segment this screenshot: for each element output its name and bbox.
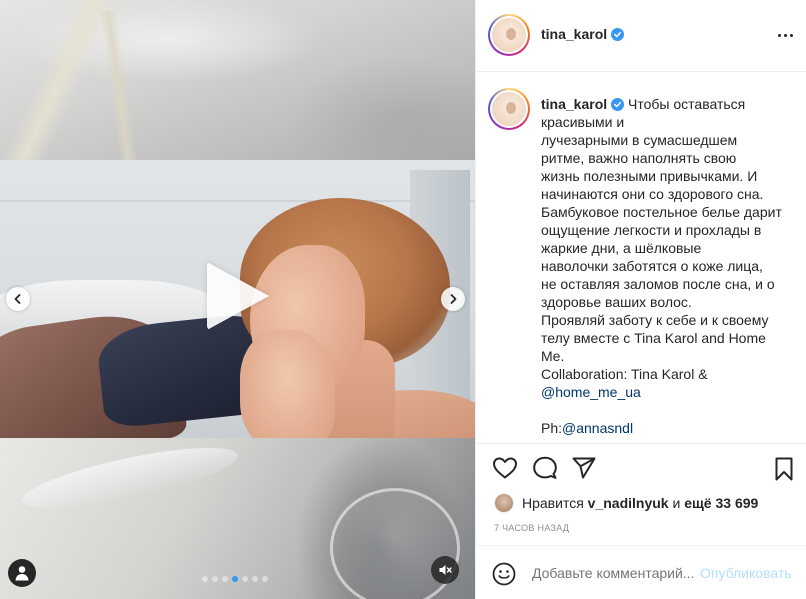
verified-icon	[611, 28, 625, 41]
caption-line: ритме, важно наполнять свою	[541, 150, 737, 166]
photo-credit-prefix: Ph:	[541, 420, 563, 436]
emoji-icon[interactable]	[492, 562, 516, 586]
video-frame-top	[0, 0, 475, 160]
share-icon[interactable]	[571, 456, 597, 480]
caption-line: здоровье ваших волос.	[541, 294, 692, 310]
comment-bar: Опубликовать	[476, 545, 806, 599]
caption-line: Collaboration: Tina Karol &	[541, 366, 708, 382]
liker-username[interactable]: v_nadilnyuk	[588, 495, 669, 511]
comment-icon[interactable]	[532, 456, 558, 480]
carousel-dot	[202, 576, 208, 582]
post-media[interactable]	[0, 0, 475, 599]
chevron-left-icon[interactable]	[6, 287, 30, 311]
chevron-right-icon[interactable]	[441, 287, 465, 311]
verified-icon	[611, 98, 625, 111]
caption-line: жизнь полезными привычками. И	[541, 168, 758, 184]
post-caption: tina_karol Чтобы оставаться красивыми и …	[541, 95, 791, 437]
caption-line: жаркие дни, а шёлковые	[541, 240, 702, 256]
post-timestamp[interactable]: 7 часов назад	[494, 523, 569, 533]
caption-line: Проявляй заботу к себе и к своему	[541, 312, 769, 328]
mention-link[interactable]: @home_me_ua	[541, 384, 641, 400]
comments-scroll[interactable]: tina_karol Чтобы оставаться красивыми и …	[476, 73, 806, 443]
avatar[interactable]	[488, 14, 530, 56]
carousel-dot	[242, 576, 248, 582]
carousel-dot	[252, 576, 258, 582]
avatar[interactable]	[494, 493, 514, 513]
caption-line: лучезарными в сумасшедшем	[541, 132, 738, 148]
caption-line: Me.	[541, 348, 565, 364]
post-author[interactable]: tina_karol	[541, 26, 625, 42]
bookmark-icon[interactable]	[772, 456, 796, 482]
caption-line: Чтобы оставаться	[628, 96, 746, 112]
play-icon[interactable]	[207, 262, 269, 330]
carousel-dot	[212, 576, 218, 582]
username-label[interactable]: tina_karol	[541, 26, 607, 42]
post-header: tina_karol	[476, 0, 806, 72]
mention-link[interactable]: @annasndl	[562, 420, 633, 436]
carousel-indicator	[202, 576, 268, 582]
carousel-dot	[222, 576, 228, 582]
publish-button[interactable]: Опубликовать	[700, 565, 792, 581]
mute-icon[interactable]	[431, 556, 459, 584]
caption-line: красивыми и	[541, 114, 625, 130]
likes-prefix: Нравится	[522, 495, 584, 511]
caption-line: не оставляя заломов после сна, и о	[541, 276, 775, 292]
carousel-dot	[262, 576, 268, 582]
caption-line: начинаются они со здорового сна.	[541, 186, 764, 202]
caption-username[interactable]: tina_karol	[541, 96, 607, 112]
user-tag-icon[interactable]	[8, 559, 36, 587]
likes-and: и	[672, 495, 681, 511]
video-frame-bottom	[0, 438, 475, 599]
likes-summary[interactable]: Нравится v_nadilnyuk и ещё 33 699	[494, 493, 758, 513]
post-sidebar: tina_karol tina_karol Чтобы оставаться к…	[475, 0, 806, 599]
caption-line: ощущение легкости и прохлады в	[541, 222, 762, 238]
more-icon[interactable]	[778, 34, 793, 37]
caption-line: телу вместе с Tina Karol and Home	[541, 330, 766, 346]
caption-line: Бамбуковое постельное белье дарит	[541, 204, 782, 220]
comment-input[interactable]	[532, 565, 702, 581]
caption-line: наволочки заботятся о коже лица,	[541, 258, 763, 274]
carousel-dot	[232, 576, 238, 582]
caption-avatar[interactable]	[488, 88, 530, 130]
likes-count[interactable]: ещё 33 699	[684, 495, 758, 511]
heart-icon[interactable]	[492, 456, 518, 480]
